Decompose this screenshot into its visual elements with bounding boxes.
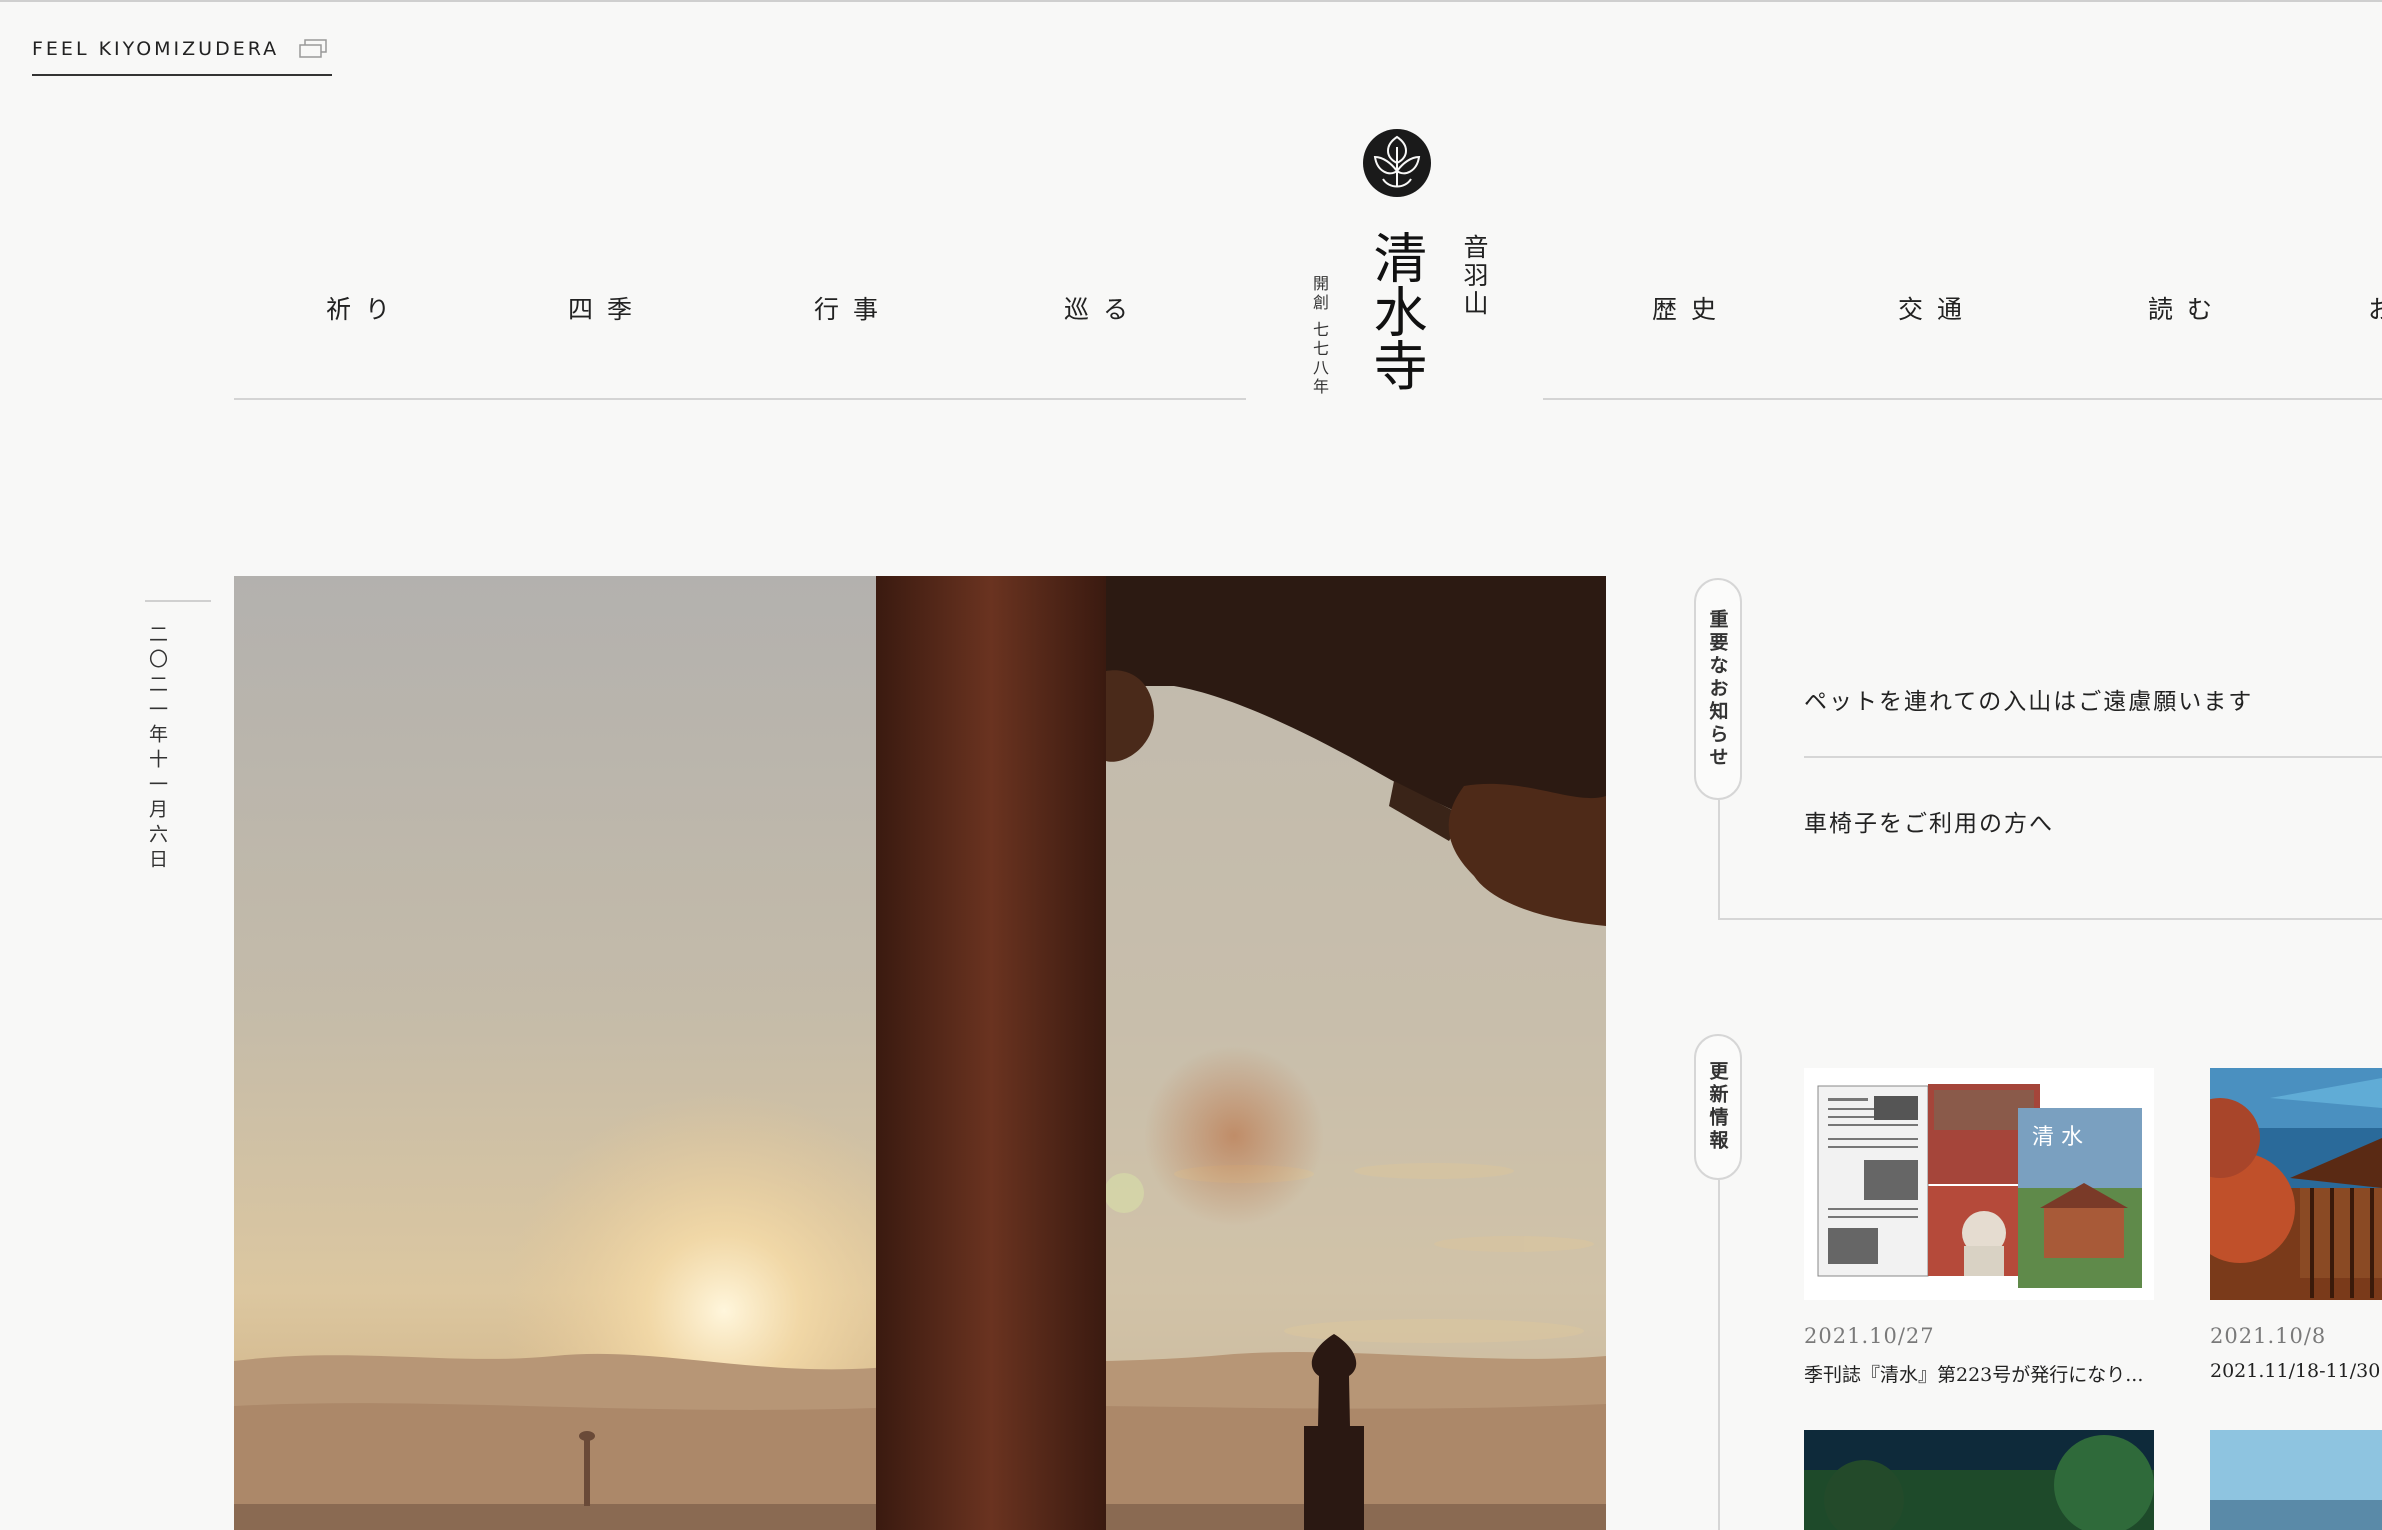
update-card-autumn-image[interactable]	[2210, 1068, 2382, 1300]
updates-connector-line	[1718, 1180, 1720, 1530]
update-card-magazine-image[interactable]: 清 水	[1804, 1068, 2154, 1300]
nav-divider-right	[1543, 398, 2382, 400]
top-border	[0, 0, 2382, 2]
temple-crest-icon	[1363, 129, 1431, 197]
nav-rekishi[interactable]: 歴史	[1652, 290, 1730, 326]
logo-founding-year: 開創 七七八年	[1310, 275, 1329, 398]
nav-yomu[interactable]: 読む	[2148, 290, 2226, 326]
update-card-night-image[interactable]	[1804, 1430, 2154, 1530]
updates-heading: 更新情報	[1694, 1034, 1742, 1180]
notice-connector-line	[1718, 800, 1720, 920]
feel-kiyomizudera-label: FEEL KIYOMIZUDERA	[32, 38, 280, 60]
update-title-1[interactable]: 季刊誌『清水』第223号が発行になり...	[1804, 1360, 2154, 1387]
external-window-icon	[299, 39, 327, 58]
magazine-cover-title: 清 水	[2032, 1125, 2083, 1150]
hero-image	[234, 576, 1606, 1530]
update-title-2[interactable]: 2021.11/18-11/30	[2210, 1360, 2382, 1382]
notice-divider	[1804, 756, 2382, 758]
nav-shiki[interactable]: 四季	[568, 290, 646, 326]
notice-item-pets[interactable]: ペットを連れての入山はご遠慮願います	[1804, 682, 2253, 716]
notice-bottom-border	[1718, 918, 2382, 920]
nav-divider-left	[234, 398, 1246, 400]
feel-kiyomizudera-link[interactable]: FEEL KIYOMIZUDERA	[32, 36, 332, 76]
nav-gyouji[interactable]: 行事	[814, 290, 892, 326]
important-notices-heading: 重要なお知らせ	[1694, 578, 1742, 800]
update-date-1: 2021.10/27	[1804, 1324, 1935, 1348]
nav-meguru[interactable]: 巡る	[1064, 290, 1142, 326]
notice-item-wheelchair[interactable]: 車椅子をご利用の方へ	[1804, 804, 2054, 838]
update-card-sky-image[interactable]	[2210, 1430, 2382, 1530]
current-date: 二〇二一年十一月六日	[146, 624, 168, 874]
logo-mountain-name: 音羽山	[1460, 234, 1489, 318]
nav-inori[interactable]: 祈り	[326, 290, 404, 326]
date-divider	[145, 600, 211, 602]
logo-temple-name[interactable]: 清水寺	[1364, 230, 1427, 392]
nav-item-cut-off[interactable]: お	[2368, 290, 2382, 326]
nav-koutsu[interactable]: 交通	[1898, 290, 1976, 326]
update-date-2: 2021.10/8	[2210, 1324, 2327, 1348]
